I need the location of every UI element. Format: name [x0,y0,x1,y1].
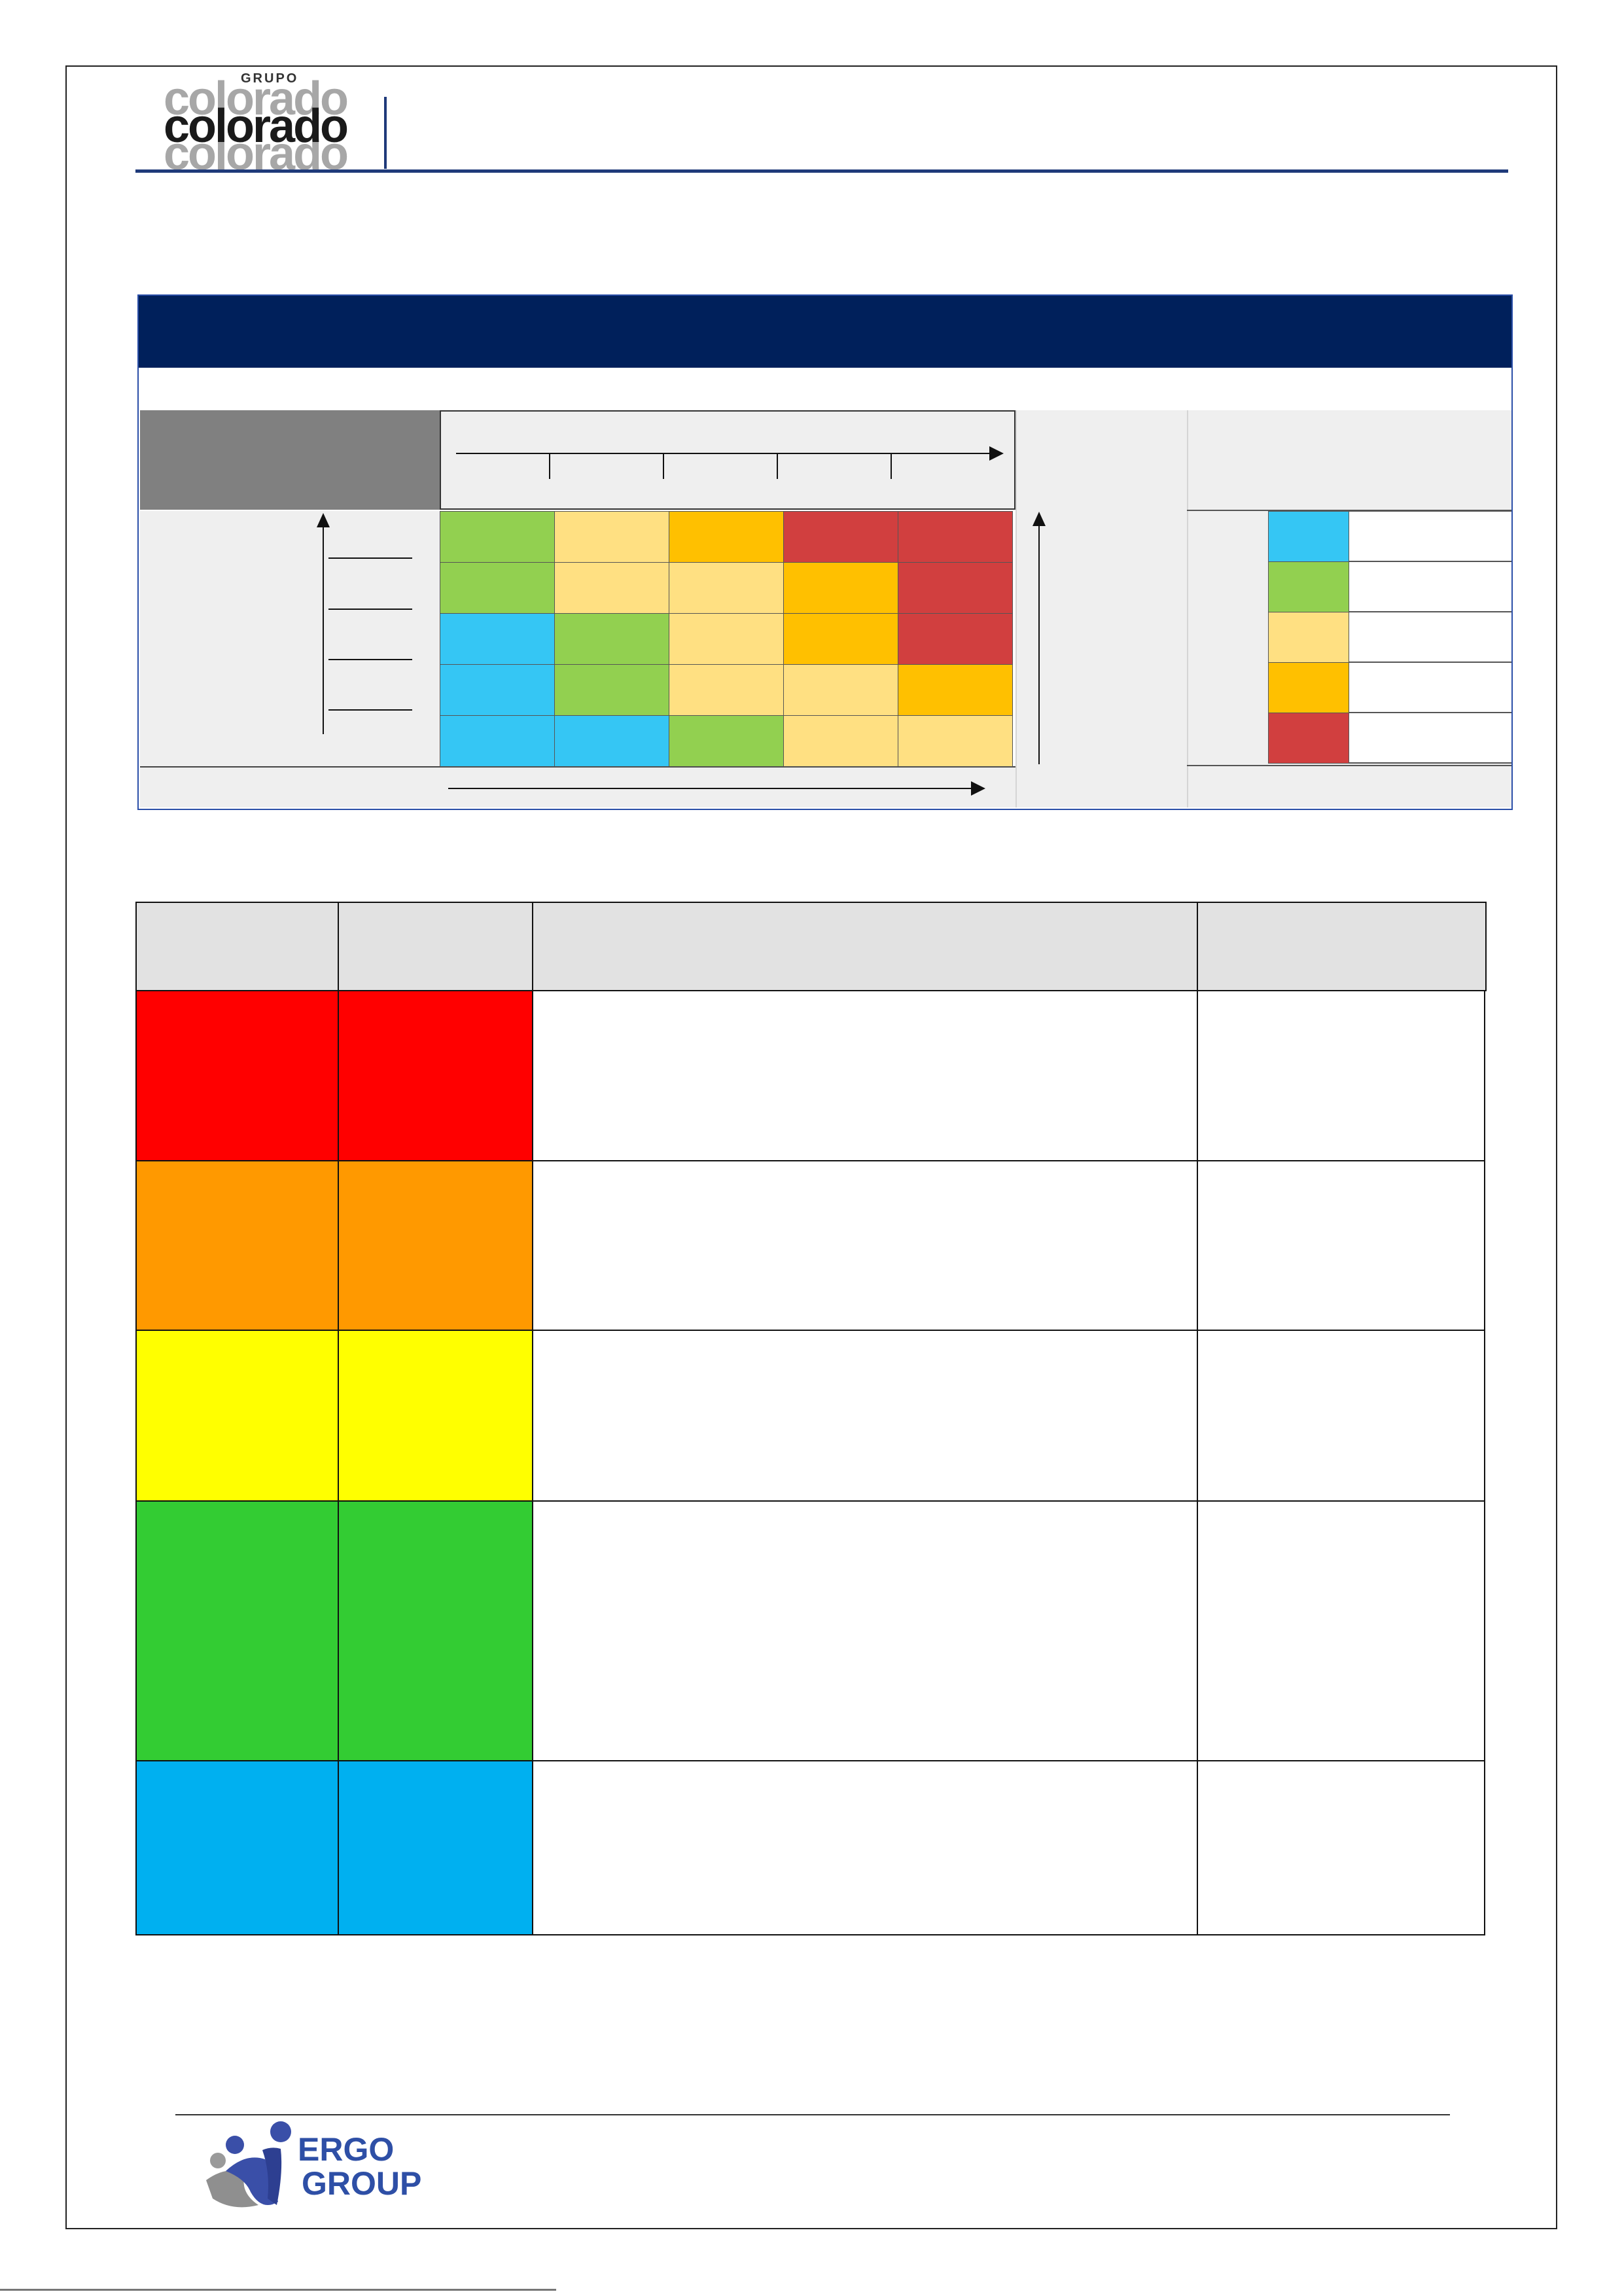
risk-level-color-cell [338,1160,533,1331]
matrix-right-axis-area [1015,410,1187,807]
x-axis-arrow-line [456,453,993,454]
matrix-cell [554,664,669,716]
y-axis-mark [328,709,412,711]
table-header-cell [338,902,533,991]
matrix-cell [554,715,669,767]
legend-label-cell [1349,713,1511,764]
matrix-cell [440,511,555,563]
legend-label-cell [1349,662,1511,713]
legend-label-cell [1349,561,1511,612]
matrix-cell [898,664,1013,716]
x-axis-tick [663,454,664,479]
matrix-cell [440,562,555,614]
legend-label-cell [1349,612,1511,663]
matrix-cell [554,511,669,563]
risk-action-cell [1197,1330,1485,1502]
matrix-cell [898,613,1013,665]
matrix-cell [783,562,898,614]
legend-swatch [1268,612,1349,663]
matrix-y-axis-area [140,511,440,766]
matrix-cell [669,562,784,614]
legend-swatch [1268,561,1349,612]
risk-level-color-cell [338,1330,533,1502]
matrix-cell [898,715,1013,767]
table-header-cell [532,902,1198,991]
risk-description-cell [532,1760,1198,1935]
matrix-cell [440,664,555,716]
risk-level-color-cell [338,1500,533,1761]
group-label: GROUP [302,2165,422,2202]
y-axis-mark [328,557,412,559]
matrix-cell [898,562,1013,614]
matrix-cell [669,715,784,767]
matrix-cell [669,511,784,563]
risk-action-cell [1197,1160,1485,1331]
y-axis-arrowhead-icon [317,513,330,527]
matrix-title-bar [139,296,1511,368]
matrix-cell [783,664,898,716]
y-axis-arrow-line [323,523,324,734]
risk-action-cell [1197,1500,1485,1761]
y-axis-mark [328,659,412,660]
bottom-axis-arrowhead-icon [971,781,985,796]
matrix-corner-header [140,410,440,510]
bottom-axis-arrow-line [448,788,973,789]
header-divider-vertical [384,97,387,169]
logo-grupo-label: GRUPO [241,71,299,86]
risk-level-arrowhead-icon [1033,512,1046,526]
x-axis-tick [891,454,892,479]
risk-level-color-cell [135,1330,339,1502]
risk-level-arrow-line [1038,522,1040,764]
legend-swatch [1268,511,1349,562]
header-divider [135,169,1508,173]
risk-action-cell [1197,1760,1485,1935]
risk-level-color-cell [135,1760,339,1935]
matrix-cell [440,613,555,665]
ergo-group-logo: ERGO GROUP [200,2120,422,2225]
ergo-label: ERGO [298,2131,395,2168]
matrix-cell [669,613,784,665]
table-header-cell [1197,902,1487,991]
risk-level-color-cell [338,990,533,1161]
grupo-colorado-logo: colorado colorado colorado GRUPO [164,71,360,177]
risk-level-color-cell [338,1760,533,1935]
risk-level-color-cell [135,990,339,1161]
matrix-cell [898,511,1013,563]
risk-description-cell [532,1330,1198,1502]
matrix-cell [783,511,898,563]
page-bottom-rule [0,2289,556,2291]
x-axis-tick [777,454,778,479]
ergo-group-emblem-icon [206,2121,291,2208]
matrix-cell [783,613,898,665]
footer-divider [175,2114,1450,2115]
risk-action-cell [1197,990,1485,1161]
matrix-bottom-axis-area [140,766,1015,807]
risk-level-color-cell [135,1500,339,1761]
table-header-cell [135,902,339,991]
risk-level-color-cell [135,1160,339,1331]
x-axis-tick [549,454,550,479]
risk-description-cell [532,1160,1198,1331]
legend-swatch [1268,662,1349,713]
legend-divider [1187,765,1511,766]
matrix-x-axis-header [440,410,1015,510]
legend-swatch [1268,713,1349,764]
matrix-cell [783,715,898,767]
x-axis-arrowhead-icon [989,446,1004,461]
risk-description-cell [532,1500,1198,1761]
matrix-cell [440,715,555,767]
matrix-cell [554,613,669,665]
matrix-cell [554,562,669,614]
y-axis-mark [328,609,412,610]
logo-line-main: colorado [164,100,349,152]
risk-description-cell [532,990,1198,1161]
matrix-cell [669,664,784,716]
legend-label-cell [1349,511,1511,562]
